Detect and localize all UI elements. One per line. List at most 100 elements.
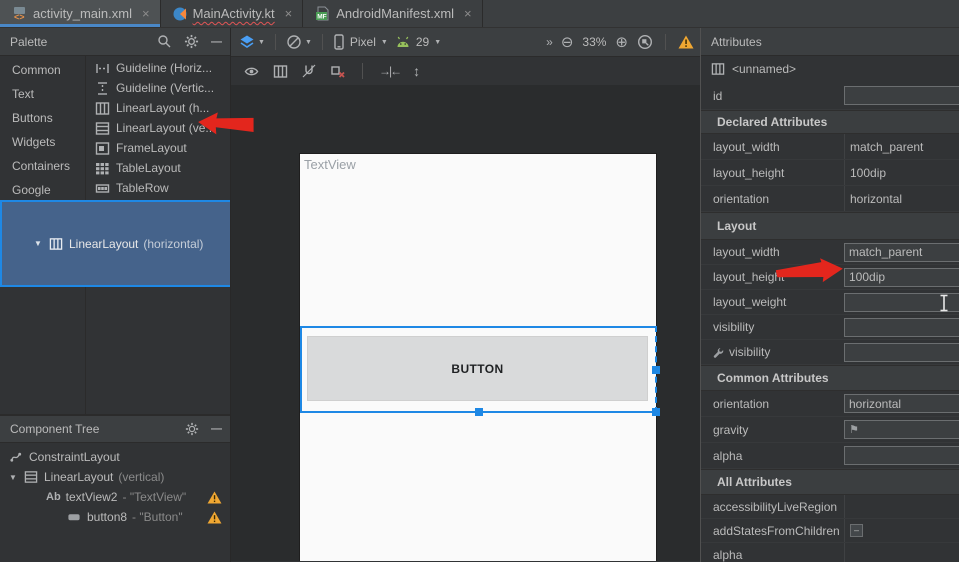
close-icon[interactable]: × — [142, 6, 150, 21]
tab-androidmanifest-xml[interactable]: MF AndroidManifest.xml × — [303, 0, 482, 27]
linear-layout-vertical-icon — [94, 120, 110, 136]
attribute-value[interactable] — [844, 495, 959, 518]
minimize-icon[interactable]: — — [211, 423, 222, 435]
palette-category-widgets[interactable]: Widgets — [0, 130, 85, 154]
autoconnect-off-magnet-icon[interactable] — [301, 63, 317, 79]
palette-item-guideline-horizontal[interactable]: Guideline (Horiz... — [86, 58, 230, 78]
attribute-label: layout_height — [713, 166, 844, 180]
tree-node-textview2[interactable]: Ab textView2- "TextView" — [0, 487, 230, 507]
pack-horizontal-icon[interactable]: →|← — [379, 64, 400, 78]
expand-vertical-icon[interactable]: ↕ — [413, 63, 420, 79]
attribute-value[interactable]: horizontal — [844, 186, 959, 211]
section-all-attributes[interactable]: All Attributes — [701, 469, 959, 495]
linear-layout-horizontal-icon — [48, 236, 64, 252]
attribute-row: accessibilityLiveRegion — [701, 495, 959, 519]
resize-handle-bottom[interactable] — [475, 408, 483, 416]
attribute-row: orientation horizontal — [701, 391, 959, 417]
api-level-selector[interactable]: 29 ▼ — [395, 35, 441, 49]
linear-layout-horizontal-icon — [94, 100, 110, 116]
chevron-down-icon: ▼ — [258, 39, 265, 46]
palette-title: Palette — [10, 35, 157, 49]
tab-mainactivity-kt[interactable]: MainActivity.kt × — [161, 0, 304, 27]
tree-node-label: LinearLayout — [69, 237, 138, 251]
tree-node-label: LinearLayout — [44, 470, 113, 484]
attributes-panel: Attributes <unnamed> id Declared Attribu… — [700, 28, 959, 562]
minimize-icon[interactable]: — — [211, 36, 222, 48]
resize-handle-right[interactable] — [652, 366, 660, 374]
phone-icon — [333, 34, 345, 50]
palette-item-label: LinearLayout (h... — [116, 101, 209, 115]
palette-item-guideline-vertical[interactable]: Guideline (Vertic... — [86, 78, 230, 98]
attribute-label: gravity — [713, 423, 844, 437]
design-surface: ▼ ▼ Pixel ▼ 29 ▼ » ⊖ 33% ⊕ — [230, 28, 700, 562]
design-toolbar: ▼ ▼ Pixel ▼ 29 ▼ » ⊖ 33% ⊕ — [231, 28, 700, 57]
close-icon[interactable]: × — [464, 6, 472, 21]
guideline-horizontal-icon — [94, 60, 110, 76]
section-layout[interactable]: Layout — [701, 212, 959, 240]
attribute-value[interactable] — [844, 543, 959, 562]
palette-item-tablelayout[interactable]: TableLayout — [86, 158, 230, 178]
attribute-row: orientation horizontal — [701, 186, 959, 212]
palette-item-label: Guideline (Vertic... — [116, 81, 214, 95]
linear-layout-horizontal-icon — [711, 62, 725, 76]
clear-constraints-icon[interactable] — [330, 63, 346, 79]
palette-category-common[interactable]: Common — [0, 58, 85, 82]
tab-label: activity_main.xml — [33, 6, 132, 21]
zoom-to-fit-icon[interactable] — [637, 34, 653, 50]
device-screen[interactable]: TextView BUTTON — [299, 153, 657, 561]
table-layout-icon — [94, 160, 110, 176]
textview-ab-icon: Ab — [46, 491, 61, 503]
warning-icon — [207, 491, 222, 504]
section-common-attributes[interactable]: Common Attributes — [701, 365, 959, 391]
view-options-eye-icon[interactable] — [243, 64, 260, 79]
tab-label: AndroidManifest.xml — [336, 6, 454, 21]
frame-layout-icon — [94, 140, 110, 156]
attribute-row: gravity ⚑ — [701, 417, 959, 443]
chevron-down-icon[interactable]: ▼ — [8, 473, 18, 482]
zoom-out-icon[interactable]: ⊖ — [561, 35, 574, 50]
attribute-value[interactable]: 100dip — [844, 160, 959, 185]
section-title: Layout — [717, 219, 756, 233]
palette-category-google[interactable]: Google — [0, 178, 85, 202]
resize-handle-bottom-right[interactable] — [652, 408, 660, 416]
visibility-input[interactable] — [844, 318, 959, 337]
search-icon[interactable] — [157, 34, 172, 49]
alpha-input[interactable] — [844, 446, 959, 465]
tri-state-checkbox[interactable]: – — [850, 524, 863, 537]
design-canvas[interactable]: TextView BUTTON — [231, 85, 700, 561]
tree-node-button8[interactable]: button8- "Button" — [0, 507, 230, 527]
palette-item-tablerow[interactable]: TableRow — [86, 178, 230, 198]
api-level-label: 29 — [416, 35, 429, 49]
layout-height-input[interactable]: 100dip — [844, 268, 959, 287]
gravity-input[interactable]: ⚑ — [844, 420, 959, 439]
orientation-columns-icon[interactable] — [273, 64, 288, 79]
palette-item-framelayout[interactable]: FrameLayout — [86, 138, 230, 158]
orientation-input[interactable]: horizontal — [844, 394, 959, 413]
orientation-selector[interactable]: ▼ — [286, 34, 312, 50]
palette-category-containers[interactable]: Containers — [0, 154, 85, 178]
attribute-value[interactable]: match_parent — [844, 134, 959, 159]
tools-visibility-input[interactable] — [844, 343, 959, 362]
section-declared-attributes[interactable]: Declared Attributes — [701, 110, 959, 134]
device-selector[interactable]: Pixel ▼ — [333, 34, 388, 50]
chevron-down-icon: ▼ — [434, 39, 441, 46]
gear-icon[interactable] — [185, 422, 199, 436]
id-input[interactable] — [844, 86, 959, 105]
flag-icon[interactable]: ⚑ — [849, 423, 859, 436]
textview-widget[interactable]: TextView — [304, 157, 356, 172]
tree-node-suffix: (horizontal) — [143, 237, 203, 251]
chevron-down-icon[interactable]: ▼ — [33, 239, 43, 248]
warning-icon[interactable] — [678, 35, 694, 49]
tab-activity-main-xml[interactable]: <> activity_main.xml × — [0, 0, 161, 27]
palette-category-buttons[interactable]: Buttons — [0, 106, 85, 130]
palette-category-text[interactable]: Text — [0, 82, 85, 106]
tree-node-constraintlayout[interactable]: ConstraintLayout — [0, 447, 230, 467]
tree-node-linearlayout-vertical[interactable]: ▼ LinearLayout(vertical) — [0, 467, 230, 487]
zoom-in-icon[interactable]: ⊕ — [615, 35, 628, 50]
attribute-label: layout_width — [713, 140, 844, 154]
close-icon[interactable]: × — [285, 6, 293, 21]
layout-width-input[interactable]: match_parent — [844, 243, 959, 262]
design-mode-selector[interactable]: ▼ — [239, 34, 265, 50]
gear-icon[interactable] — [184, 34, 199, 49]
overflow-chevron-icon[interactable]: » — [546, 35, 552, 49]
